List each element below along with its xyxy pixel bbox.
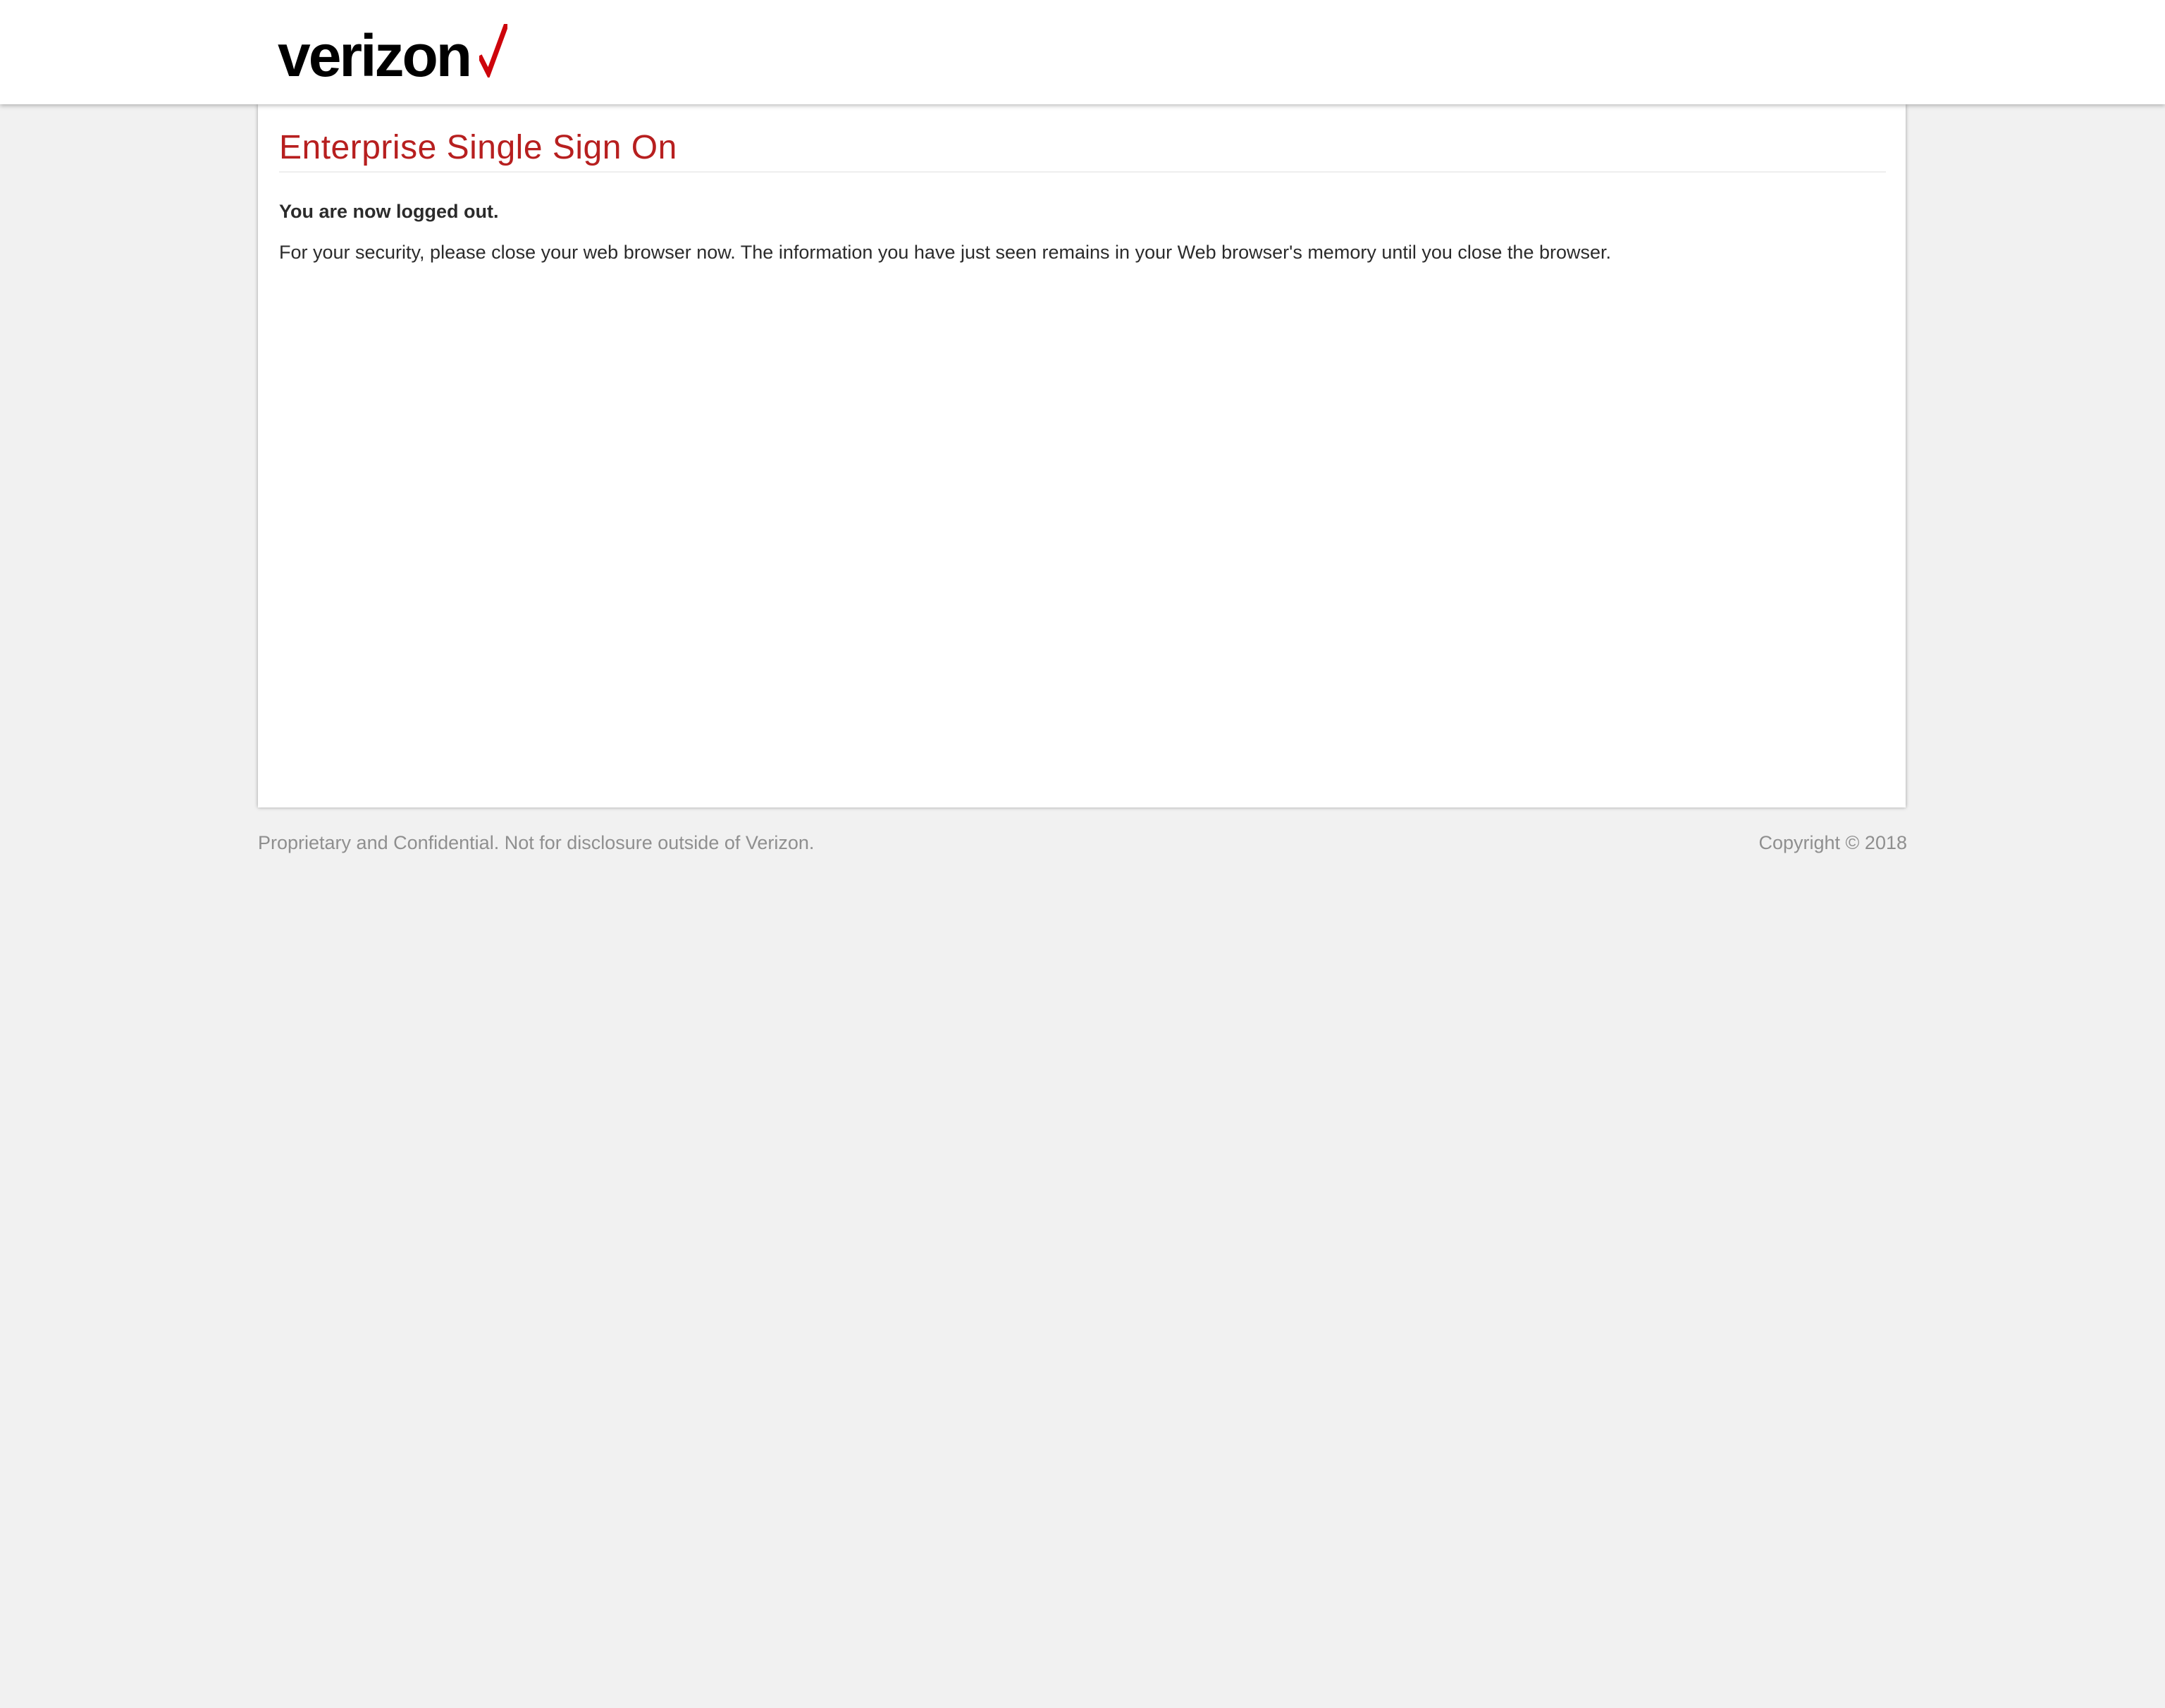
security-message: For your security, please close your web… xyxy=(279,242,1611,263)
verizon-logo[interactable]: verizon xyxy=(278,21,517,89)
page-title: Enterprise Single Sign On xyxy=(279,129,677,166)
top-bar: verizon xyxy=(0,0,2165,104)
confidential-notice: Proprietary and Confidential. Not for di… xyxy=(258,832,815,853)
logout-status-heading: You are now logged out. xyxy=(279,201,499,222)
copyright-notice: Copyright © 2018 xyxy=(1758,832,1907,853)
red-checkmark-icon xyxy=(479,24,507,78)
title-divider xyxy=(279,171,1886,173)
logo-wordmark: verizon xyxy=(278,23,472,89)
content-card: Enterprise Single Sign On You are now lo… xyxy=(258,104,1906,807)
